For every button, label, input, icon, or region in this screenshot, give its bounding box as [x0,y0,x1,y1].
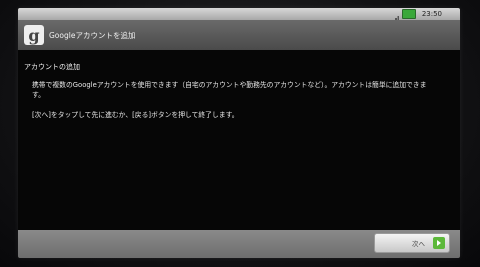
dialog-title: Googleアカウントを追加 [49,30,136,40]
status-icons: 23:50 [389,9,442,25]
signal-icon [389,10,399,25]
status-bar: 23:50 [18,8,460,25]
dialog-title-bar: g Googleアカウントを追加 [18,20,460,50]
section-heading: アカウントの追加 [24,63,80,71]
button-bar: 次へ [18,230,460,258]
google-icon: g [24,25,44,45]
description-text: 携帯で複数のGoogleアカウントを使用できます（自宅のアカウントや勤務先のアカ… [32,81,427,99]
status-clock: 23:50 [421,10,442,18]
instruction-text: [次へ]をタップして先に進むか、[戻る]ボタンを押して終了します。 [32,111,239,119]
device-screen: 23:50 g Googleアカウントを追加 アカウントの追加 携帯で複数のGo… [18,8,460,258]
device-bezel: 23:50 g Googleアカウントを追加 アカウントの追加 携帯で複数のGo… [0,0,480,267]
battery-icon [401,9,416,19]
next-button[interactable]: 次へ [374,233,450,253]
dialog-content: アカウントの追加 携帯で複数のGoogleアカウントを使用できます（自宅のアカウ… [18,50,460,230]
arrow-right-icon [433,237,445,249]
next-button-label: 次へ [412,240,425,248]
